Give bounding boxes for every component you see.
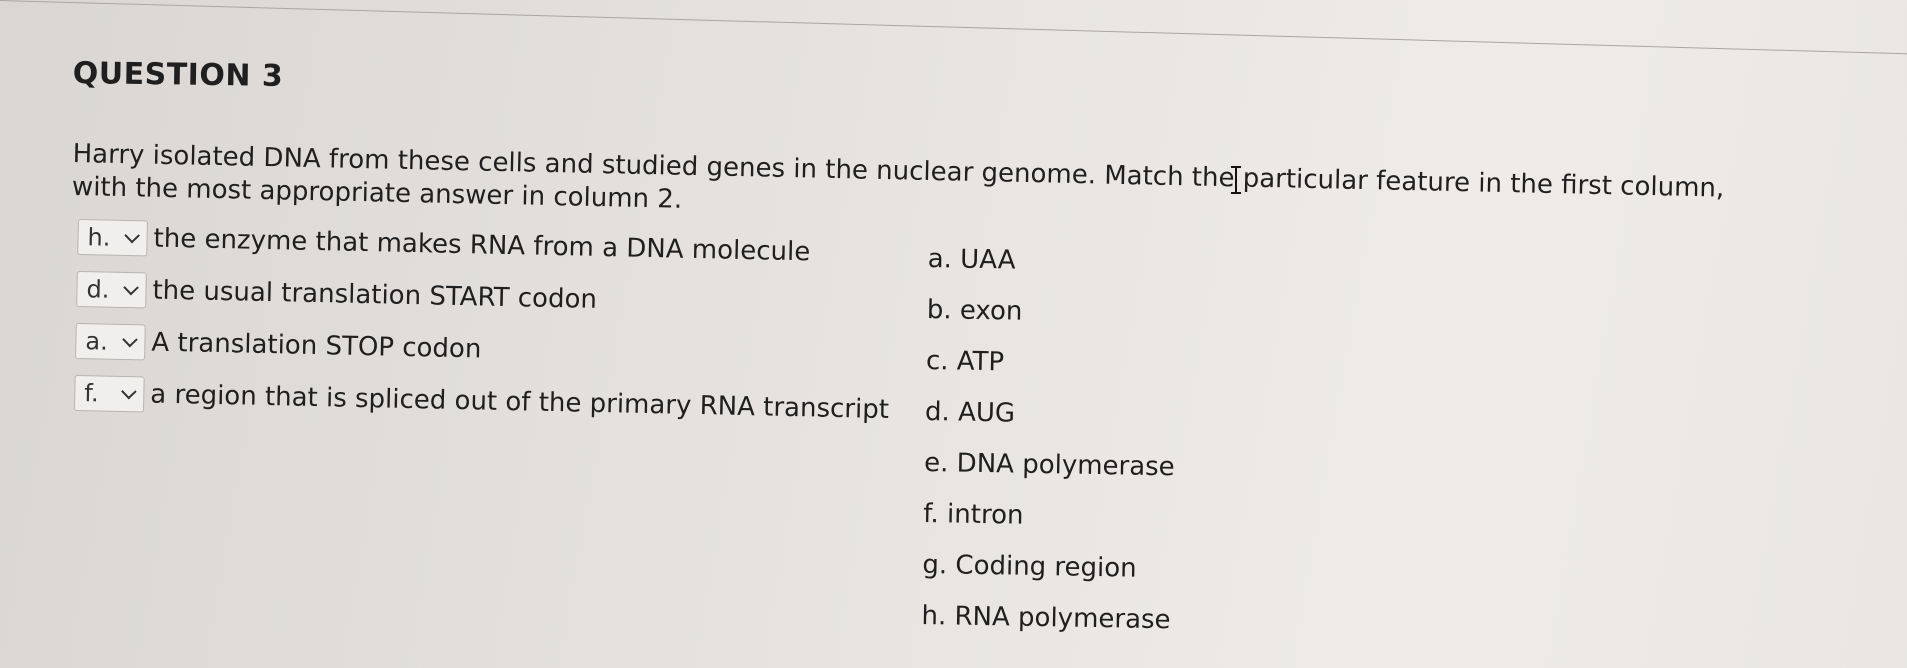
select-value: f.: [84, 379, 99, 408]
answer-select[interactable]: f.: [73, 374, 145, 413]
answer-option: g. Coding region: [922, 549, 1137, 584]
select-value: a.: [85, 327, 109, 356]
match-rows: h. the enzyme that makes RNA from a DNA …: [73, 218, 893, 443]
match-feature-text: a region that is spliced out of the prim…: [150, 379, 890, 426]
answer-select[interactable]: a.: [75, 322, 146, 361]
chevron-down-icon: [124, 227, 140, 243]
chevron-down-icon: [122, 331, 138, 347]
match-feature-text: the enzyme that makes RNA from a DNA mol…: [153, 223, 811, 268]
answer-option: c. ATP: [925, 345, 1005, 378]
match-row: a. A translation STOP codon: [75, 322, 890, 377]
answer-select[interactable]: d.: [76, 270, 147, 309]
match-feature-text: A translation STOP codon: [151, 327, 482, 365]
select-value: d.: [86, 275, 110, 304]
chevron-down-icon: [121, 383, 137, 399]
answer-option: e. DNA polymerase: [923, 447, 1175, 483]
answer-option: d. AUG: [924, 396, 1016, 429]
text-cursor-icon: [1231, 166, 1241, 194]
match-feature-text: the usual translation START codon: [152, 275, 598, 315]
top-divider: [0, 0, 1907, 57]
answer-select[interactable]: h.: [77, 218, 148, 257]
answer-option: a. UAA: [927, 244, 1016, 276]
answer-list: a. UAA b. exon c. ATP d. AUG e. DNA poly…: [921, 244, 1179, 656]
match-row: d. the usual translation START codon: [76, 270, 891, 325]
answer-option: f. intron: [923, 498, 1024, 531]
answer-option: b. exon: [926, 294, 1023, 327]
select-value: h.: [87, 223, 111, 252]
match-row: h. the enzyme that makes RNA from a DNA …: [77, 218, 892, 273]
question-title: QUESTION 3: [72, 56, 284, 94]
match-row: f. a region that is spliced out of the p…: [73, 374, 890, 429]
answer-option: h. RNA polymerase: [921, 600, 1171, 636]
chevron-down-icon: [123, 279, 139, 295]
